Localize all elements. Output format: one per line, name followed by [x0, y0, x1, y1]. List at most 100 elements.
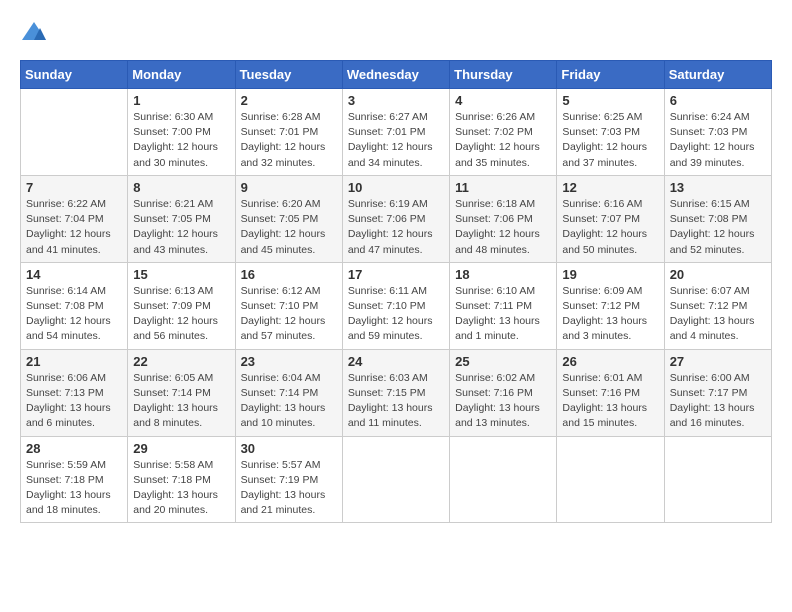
day-number: 22: [133, 354, 229, 369]
day-info: Sunrise: 6:20 AM Sunset: 7:05 PM Dayligh…: [241, 197, 337, 258]
calendar-day-cell: 18 Sunrise: 6:10 AM Sunset: 7:11 PM Dayli…: [450, 262, 557, 349]
day-info: Sunrise: 6:12 AM Sunset: 7:10 PM Dayligh…: [241, 284, 337, 345]
calendar-day-cell: 7Sunrise: 6:22 AM Sunset: 7:04 PM Daylig…: [21, 175, 128, 262]
calendar-day-cell: 12Sunrise: 6:16 AM Sunset: 7:07 PM Dayli…: [557, 175, 664, 262]
day-number: 13: [670, 180, 766, 195]
calendar-day-cell: 11 Sunrise: 6:18 AM Sunset: 7:06 PM Dayli…: [450, 175, 557, 262]
calendar-table: SundayMondayTuesdayWednesdayThursdayFrid…: [20, 60, 772, 523]
day-info: Sunrise: 6:18 AM Sunset: 7:06 PM Dayligh…: [455, 197, 551, 258]
calendar-day-cell: 20 Sunrise: 6:07 AM Sunset: 7:12 PM Dayli…: [664, 262, 771, 349]
day-info: Sunrise: 6:30 AM Sunset: 7:00 PM Dayligh…: [133, 110, 229, 171]
calendar-day-cell: 16 Sunrise: 6:12 AM Sunset: 7:10 PM Dayli…: [235, 262, 342, 349]
day-number: 17: [348, 267, 444, 282]
calendar-day-cell: 6 Sunrise: 6:24 AM Sunset: 7:03 PM Daylig…: [664, 89, 771, 176]
logo-icon: [20, 20, 48, 44]
calendar-day-cell: 28 Sunrise: 5:59 AM Sunset: 7:18 PM Dayli…: [21, 436, 128, 523]
calendar-day-cell: 10Sunrise: 6:19 AM Sunset: 7:06 PM Dayli…: [342, 175, 449, 262]
day-info: Sunrise: 6:02 AM Sunset: 7:16 PM Dayligh…: [455, 371, 551, 432]
day-info: Sunrise: 6:14 AM Sunset: 7:08 PM Dayligh…: [26, 284, 122, 345]
day-number: 20: [670, 267, 766, 282]
calendar-day-cell: 22 Sunrise: 6:05 AM Sunset: 7:14 PM Dayli…: [128, 349, 235, 436]
day-info: Sunrise: 6:03 AM Sunset: 7:15 PM Dayligh…: [348, 371, 444, 432]
calendar-day-cell: 29 Sunrise: 5:58 AM Sunset: 7:18 PM Dayli…: [128, 436, 235, 523]
day-number: 30: [241, 441, 337, 456]
day-number: 21: [26, 354, 122, 369]
calendar-header-cell: Saturday: [664, 61, 771, 89]
calendar-day-cell: 1 Sunrise: 6:30 AM Sunset: 7:00 PM Daylig…: [128, 89, 235, 176]
calendar-body: 1 Sunrise: 6:30 AM Sunset: 7:00 PM Daylig…: [21, 89, 772, 523]
calendar-day-cell: 8 Sunrise: 6:21 AM Sunset: 7:05 PM Daylig…: [128, 175, 235, 262]
calendar-day-cell: 24Sunrise: 6:03 AM Sunset: 7:15 PM Dayli…: [342, 349, 449, 436]
day-number: 25: [455, 354, 551, 369]
calendar-week-row: 28 Sunrise: 5:59 AM Sunset: 7:18 PM Dayli…: [21, 436, 772, 523]
day-number: 2: [241, 93, 337, 108]
calendar-day-cell: 2Sunrise: 6:28 AM Sunset: 7:01 PM Daylig…: [235, 89, 342, 176]
day-info: Sunrise: 6:11 AM Sunset: 7:10 PM Dayligh…: [348, 284, 444, 345]
calendar-week-row: 1 Sunrise: 6:30 AM Sunset: 7:00 PM Daylig…: [21, 89, 772, 176]
day-number: 7: [26, 180, 122, 195]
day-info: Sunrise: 6:00 AM Sunset: 7:17 PM Dayligh…: [670, 371, 766, 432]
calendar-day-cell: 9 Sunrise: 6:20 AM Sunset: 7:05 PM Daylig…: [235, 175, 342, 262]
calendar-header-cell: Tuesday: [235, 61, 342, 89]
day-info: Sunrise: 6:05 AM Sunset: 7:14 PM Dayligh…: [133, 371, 229, 432]
day-number: 3: [348, 93, 444, 108]
day-number: 6: [670, 93, 766, 108]
calendar-day-cell: 15Sunrise: 6:13 AM Sunset: 7:09 PM Dayli…: [128, 262, 235, 349]
calendar-header-cell: Wednesday: [342, 61, 449, 89]
calendar-day-cell: 25 Sunrise: 6:02 AM Sunset: 7:16 PM Dayli…: [450, 349, 557, 436]
day-number: 16: [241, 267, 337, 282]
day-number: 11: [455, 180, 551, 195]
calendar-day-cell: 27 Sunrise: 6:00 AM Sunset: 7:17 PM Dayli…: [664, 349, 771, 436]
day-number: 26: [562, 354, 658, 369]
day-number: 8: [133, 180, 229, 195]
day-number: 18: [455, 267, 551, 282]
calendar-day-cell: 14 Sunrise: 6:14 AM Sunset: 7:08 PM Dayli…: [21, 262, 128, 349]
calendar-day-cell: 17 Sunrise: 6:11 AM Sunset: 7:10 PM Dayli…: [342, 262, 449, 349]
day-info: Sunrise: 6:16 AM Sunset: 7:07 PM Dayligh…: [562, 197, 658, 258]
day-number: 1: [133, 93, 229, 108]
day-info: Sunrise: 6:25 AM Sunset: 7:03 PM Dayligh…: [562, 110, 658, 171]
calendar-header-row: SundayMondayTuesdayWednesdayThursdayFrid…: [21, 61, 772, 89]
day-number: 14: [26, 267, 122, 282]
day-info: Sunrise: 6:10 AM Sunset: 7:11 PM Dayligh…: [455, 284, 551, 345]
calendar-week-row: 14 Sunrise: 6:14 AM Sunset: 7:08 PM Dayli…: [21, 262, 772, 349]
day-info: Sunrise: 6:09 AM Sunset: 7:12 PM Dayligh…: [562, 284, 658, 345]
calendar-header-cell: Sunday: [21, 61, 128, 89]
day-info: Sunrise: 6:06 AM Sunset: 7:13 PM Dayligh…: [26, 371, 122, 432]
day-info: Sunrise: 6:07 AM Sunset: 7:12 PM Dayligh…: [670, 284, 766, 345]
day-info: Sunrise: 6:26 AM Sunset: 7:02 PM Dayligh…: [455, 110, 551, 171]
day-number: 9: [241, 180, 337, 195]
day-number: 28: [26, 441, 122, 456]
calendar-day-cell: [557, 436, 664, 523]
calendar-header-cell: Friday: [557, 61, 664, 89]
day-number: 23: [241, 354, 337, 369]
calendar-header-cell: Thursday: [450, 61, 557, 89]
day-number: 27: [670, 354, 766, 369]
day-info: Sunrise: 6:15 AM Sunset: 7:08 PM Dayligh…: [670, 197, 766, 258]
calendar-week-row: 21 Sunrise: 6:06 AM Sunset: 7:13 PM Dayli…: [21, 349, 772, 436]
day-number: 19: [562, 267, 658, 282]
logo: [20, 20, 52, 44]
calendar-day-cell: 19 Sunrise: 6:09 AM Sunset: 7:12 PM Dayli…: [557, 262, 664, 349]
day-info: Sunrise: 6:19 AM Sunset: 7:06 PM Dayligh…: [348, 197, 444, 258]
calendar-day-cell: 5Sunrise: 6:25 AM Sunset: 7:03 PM Daylig…: [557, 89, 664, 176]
day-info: Sunrise: 6:24 AM Sunset: 7:03 PM Dayligh…: [670, 110, 766, 171]
day-number: 4: [455, 93, 551, 108]
calendar-day-cell: 4 Sunrise: 6:26 AM Sunset: 7:02 PM Daylig…: [450, 89, 557, 176]
day-number: 29: [133, 441, 229, 456]
day-info: Sunrise: 5:58 AM Sunset: 7:18 PM Dayligh…: [133, 458, 229, 519]
day-number: 15: [133, 267, 229, 282]
calendar-day-cell: [664, 436, 771, 523]
calendar-day-cell: 21 Sunrise: 6:06 AM Sunset: 7:13 PM Dayli…: [21, 349, 128, 436]
calendar-day-cell: 23 Sunrise: 6:04 AM Sunset: 7:14 PM Dayli…: [235, 349, 342, 436]
calendar-day-cell: 30Sunrise: 5:57 AM Sunset: 7:19 PM Dayli…: [235, 436, 342, 523]
day-info: Sunrise: 5:59 AM Sunset: 7:18 PM Dayligh…: [26, 458, 122, 519]
calendar-header-cell: Monday: [128, 61, 235, 89]
calendar-day-cell: [450, 436, 557, 523]
calendar-day-cell: 13 Sunrise: 6:15 AM Sunset: 7:08 PM Dayli…: [664, 175, 771, 262]
calendar-day-cell: 3Sunrise: 6:27 AM Sunset: 7:01 PM Daylig…: [342, 89, 449, 176]
day-info: Sunrise: 6:04 AM Sunset: 7:14 PM Dayligh…: [241, 371, 337, 432]
day-info: Sunrise: 6:21 AM Sunset: 7:05 PM Dayligh…: [133, 197, 229, 258]
calendar-day-cell: [342, 436, 449, 523]
calendar-day-cell: 26Sunrise: 6:01 AM Sunset: 7:16 PM Dayli…: [557, 349, 664, 436]
